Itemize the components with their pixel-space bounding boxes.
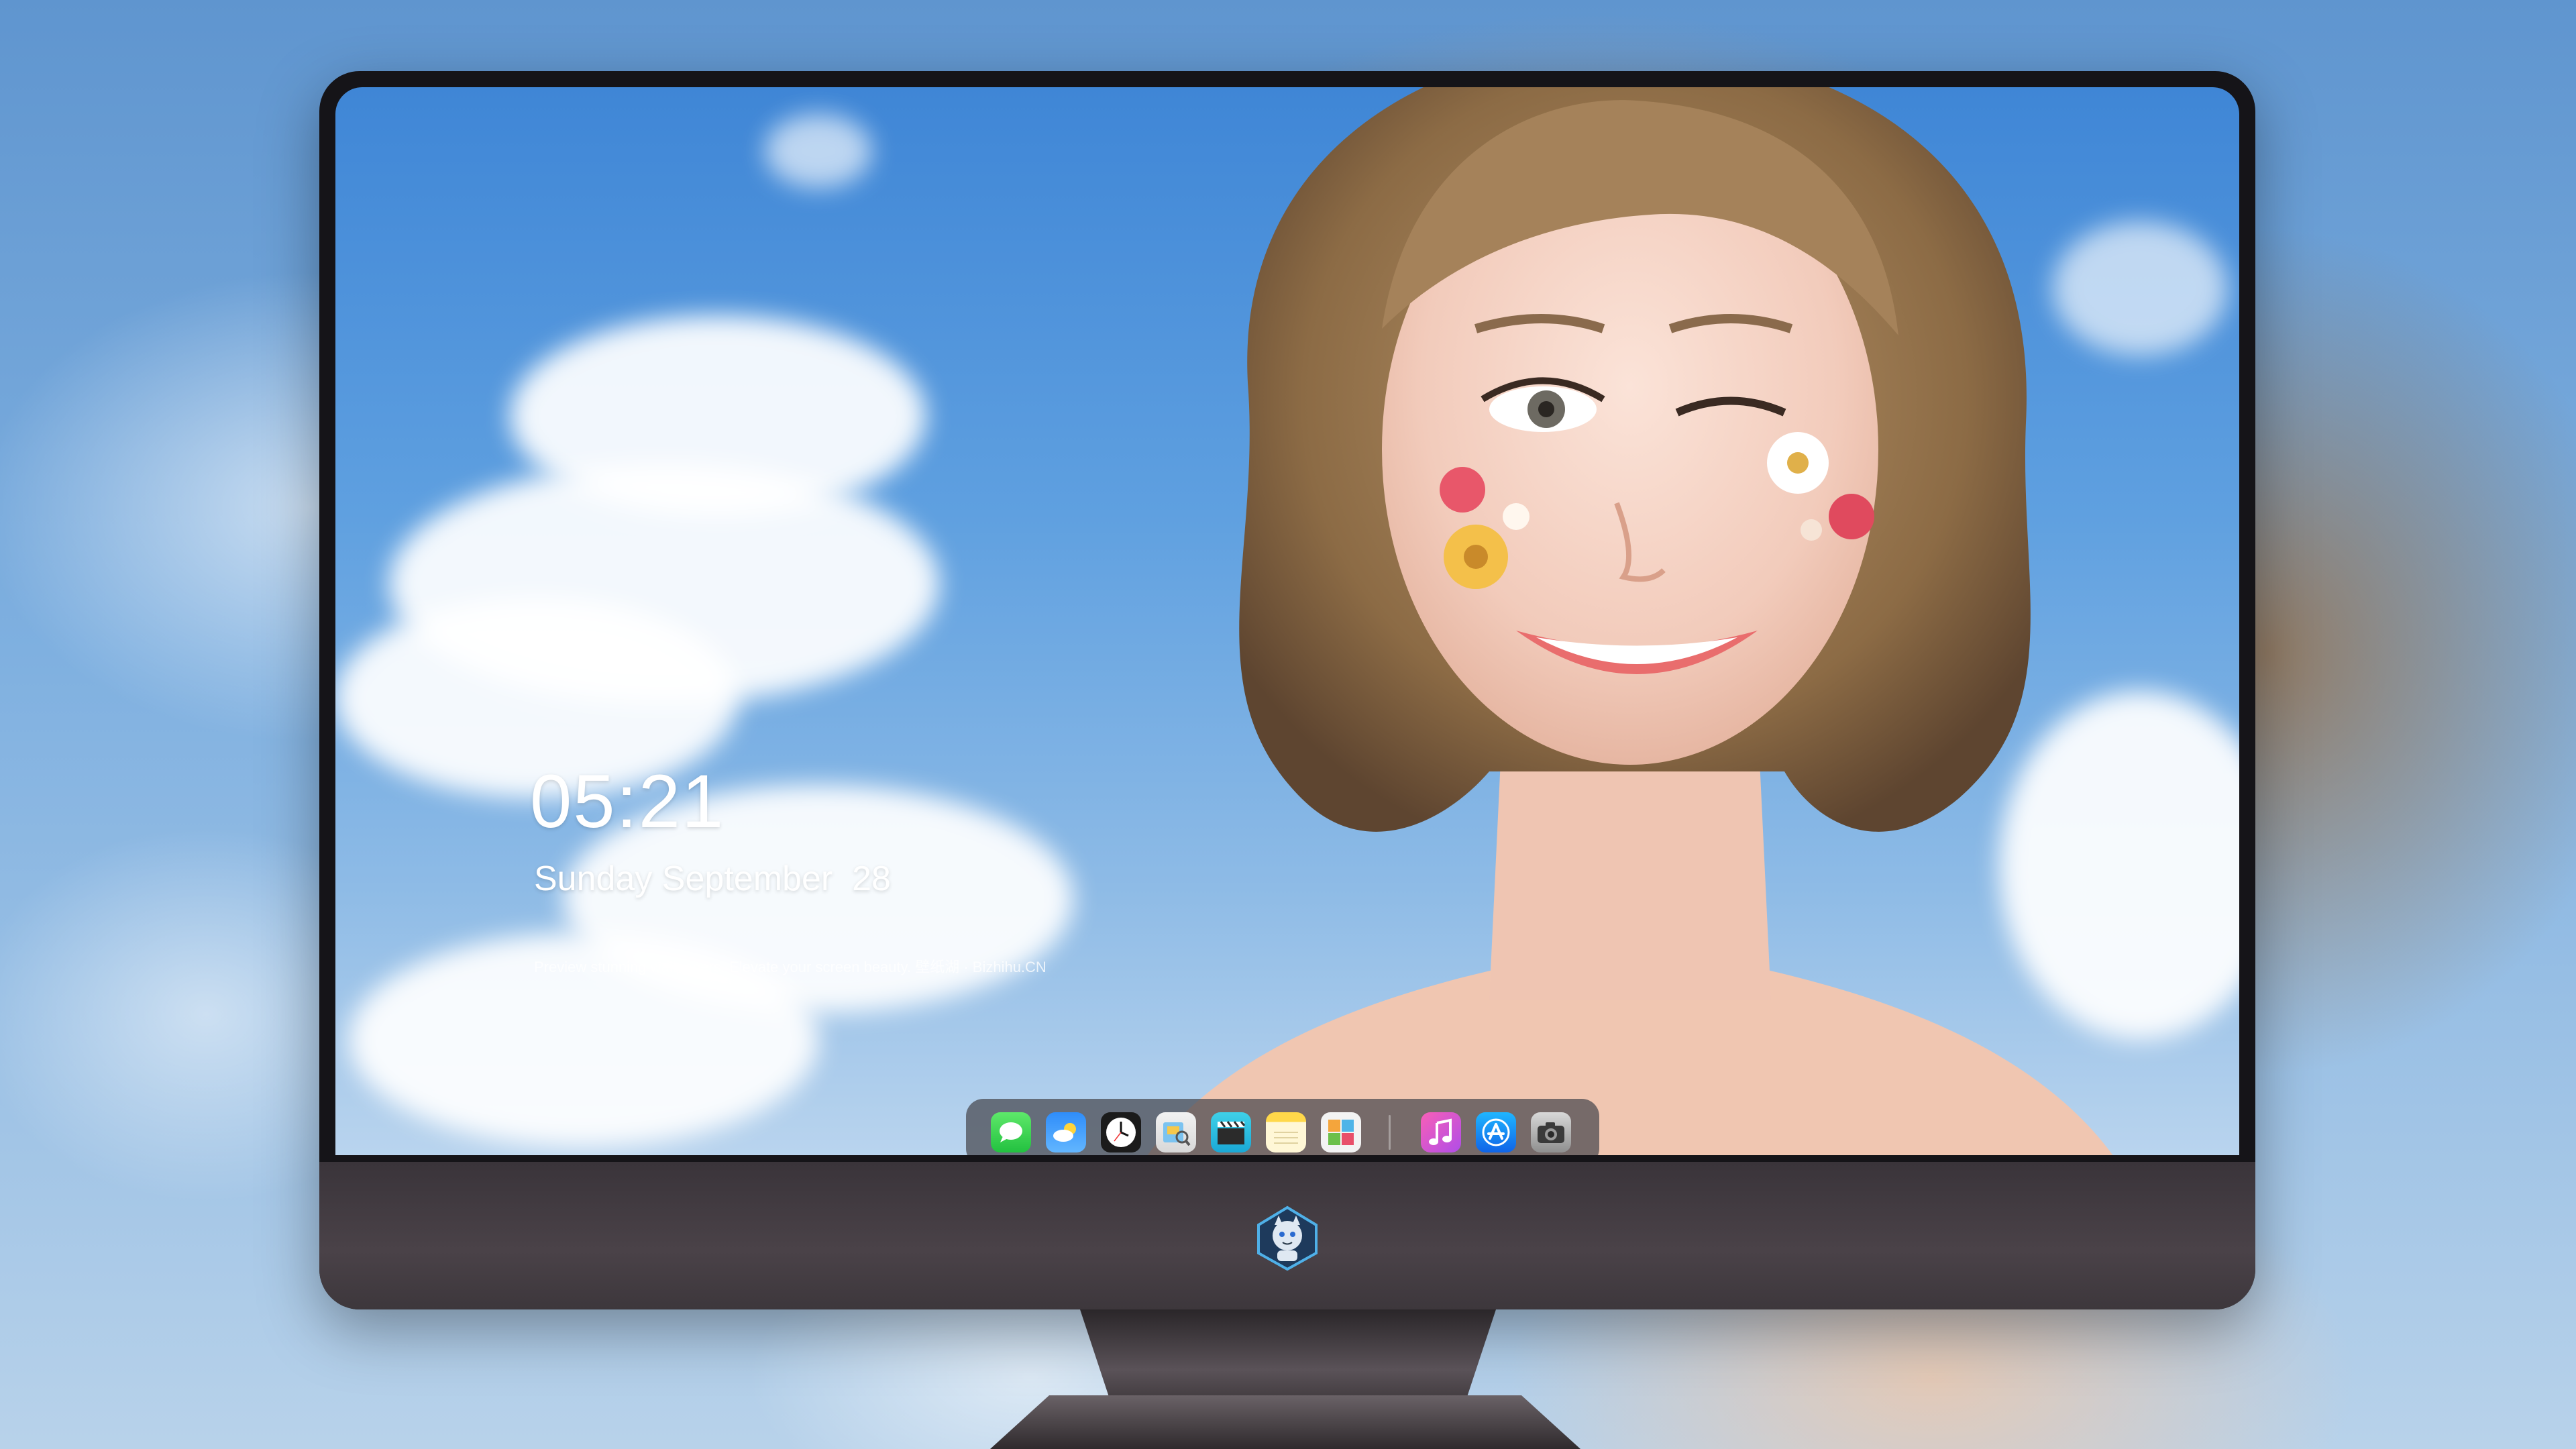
camera-icon[interactable]: [1531, 1112, 1571, 1152]
messages-icon[interactable]: [991, 1112, 1031, 1152]
lock-screen-time: 05:21: [530, 759, 725, 843]
clock-icon[interactable]: [1101, 1112, 1141, 1152]
app-store-icon[interactable]: [1476, 1112, 1516, 1152]
lock-screen-date: Sunday September 28: [534, 859, 891, 898]
mascot-logo-icon: [1254, 1205, 1320, 1271]
clapperboard-icon[interactable]: [1211, 1112, 1251, 1152]
monitor: 05:21 Sunday September 28 Preview stunni…: [319, 71, 2255, 1309]
preview-icon[interactable]: [1156, 1112, 1196, 1152]
monitor-stand: [1080, 1309, 1496, 1410]
dock-separator: [1389, 1115, 1391, 1150]
desktop-background: 05:21 Sunday September 28 Preview stunni…: [0, 0, 2576, 1449]
weather-icon[interactable]: [1046, 1112, 1086, 1152]
dock: [966, 1099, 1599, 1155]
wallpaper-portrait: [1147, 87, 2113, 1155]
lock-screen: 05:21 Sunday September 28 Preview stunni…: [335, 87, 2239, 1155]
photos-icon[interactable]: [1321, 1112, 1361, 1152]
monitor-stand-base: [990, 1395, 1580, 1449]
music-note-icon[interactable]: [1421, 1112, 1461, 1152]
wallpaper-tagline: Preview stunning wallpapers. Elevate you…: [534, 959, 1046, 975]
notes-icon[interactable]: [1266, 1112, 1306, 1152]
cloud: [765, 114, 872, 188]
